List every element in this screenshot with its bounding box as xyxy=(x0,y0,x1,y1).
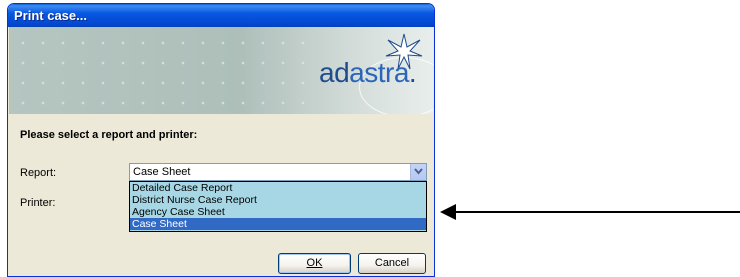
print-case-dialog: Print case... adastra. Please select a r… xyxy=(7,3,435,277)
ok-button-label: OK xyxy=(306,257,323,269)
report-option[interactable]: Agency Case Sheet xyxy=(130,206,426,218)
report-option-selected[interactable]: Case Sheet xyxy=(130,218,426,230)
arrow-left-icon xyxy=(440,204,740,220)
adastra-logo: adastra. xyxy=(319,57,417,89)
title-bar[interactable]: Print case... xyxy=(8,4,434,27)
printer-label: Printer: xyxy=(20,197,56,209)
cancel-button[interactable]: Cancel xyxy=(358,253,426,274)
report-dropdown-list[interactable]: Detailed Case Report District Nurse Case… xyxy=(129,181,427,232)
chevron-down-icon[interactable] xyxy=(410,164,426,180)
banner-dot-pattern xyxy=(9,27,309,114)
brand-suffix: astra xyxy=(349,57,409,88)
window-title: Print case... xyxy=(14,8,87,23)
report-select-value: Case Sheet xyxy=(133,166,191,178)
report-option[interactable]: Detailed Case Report xyxy=(130,182,426,194)
report-select[interactable]: Case Sheet xyxy=(129,163,427,181)
instruction-text: Please select a report and printer: xyxy=(20,129,198,141)
brand-prefix: ad xyxy=(319,57,350,88)
report-option[interactable]: District Nurse Case Report xyxy=(130,194,426,206)
report-label: Report: xyxy=(20,167,57,179)
brand-mark: . xyxy=(408,57,417,88)
adastra-banner: adastra. xyxy=(9,27,433,114)
ok-button[interactable]: OK xyxy=(278,253,351,274)
